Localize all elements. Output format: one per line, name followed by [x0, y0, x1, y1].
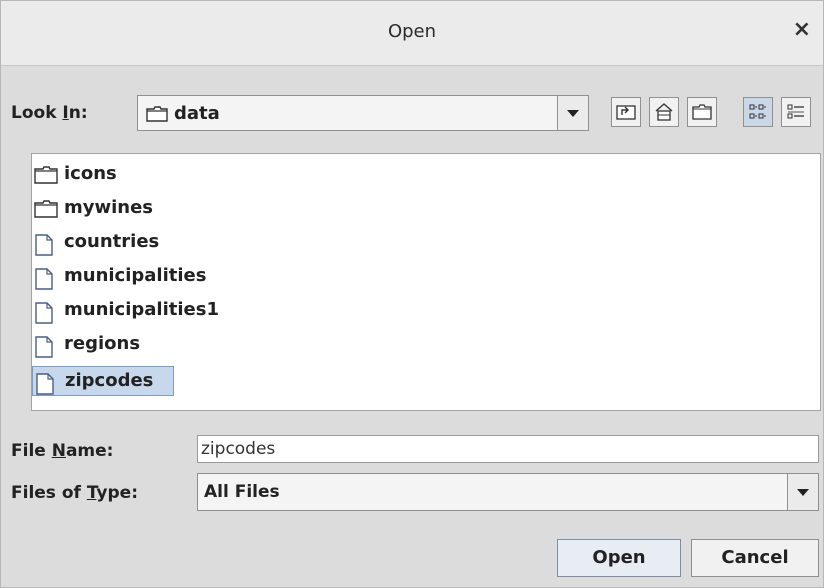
files-of-type-value: All Files — [204, 482, 280, 502]
file-name-text: municipalities — [64, 265, 207, 286]
folder-icon — [34, 166, 58, 189]
file-name-text: municipalities1 — [64, 299, 219, 320]
list-item-folder[interactable]: icons — [32, 160, 142, 190]
file-name-text: regions — [64, 333, 141, 354]
look-in-dropdown-arrow[interactable] — [557, 96, 588, 130]
home-button[interactable] — [649, 97, 679, 127]
title-bar[interactable]: Open × — [1, 1, 823, 66]
list-item-folder[interactable]: mywines — [32, 194, 182, 224]
file-name-text: countries — [64, 231, 160, 252]
open-button[interactable]: Open — [557, 539, 681, 577]
file-icon — [34, 268, 54, 295]
file-name-input[interactable] — [197, 435, 819, 463]
new-folder-icon — [692, 104, 712, 120]
open-dialog: Open × Look In: data icons mywines count… — [0, 0, 824, 588]
files-of-type-combo[interactable]: All Files — [197, 473, 819, 511]
dialog-title: Open — [387, 21, 437, 42]
file-icon — [34, 336, 54, 363]
details-view-button[interactable] — [781, 97, 811, 127]
list-view-icon — [749, 104, 766, 119]
list-item-file[interactable]: municipalities — [32, 262, 232, 292]
file-name-text: mywines — [64, 197, 154, 218]
look-in-value: data — [174, 103, 220, 124]
files-of-type-label: Files of Type: — [11, 483, 139, 503]
list-view-button[interactable] — [743, 97, 773, 127]
home-icon — [655, 103, 673, 121]
list-item-file-selected[interactable]: zipcodes — [32, 366, 174, 396]
file-icon — [35, 373, 55, 400]
folder-icon — [34, 200, 58, 223]
new-folder-button[interactable] — [687, 97, 717, 127]
file-icon — [34, 234, 54, 261]
close-button[interactable]: × — [793, 19, 811, 41]
cancel-button[interactable]: Cancel — [691, 539, 819, 577]
look-in-combo[interactable]: data — [137, 95, 589, 131]
file-list[interactable]: icons mywines countries municipalities m… — [31, 153, 821, 411]
folder-icon — [146, 106, 168, 126]
file-name-label: File Name: — [11, 441, 114, 461]
file-name-text: icons — [64, 163, 117, 184]
file-name-text: zipcodes — [65, 370, 154, 391]
up-one-level-button[interactable] — [611, 97, 641, 127]
up-folder-icon — [616, 105, 636, 120]
details-view-icon — [787, 104, 804, 119]
file-icon — [34, 302, 54, 329]
list-item-file[interactable]: municipalities1 — [32, 296, 242, 326]
look-in-label: Look In: — [11, 103, 88, 123]
list-item-file[interactable]: regions — [32, 330, 162, 360]
files-of-type-dropdown-arrow[interactable] — [787, 474, 818, 510]
list-item-file[interactable]: countries — [32, 228, 182, 258]
